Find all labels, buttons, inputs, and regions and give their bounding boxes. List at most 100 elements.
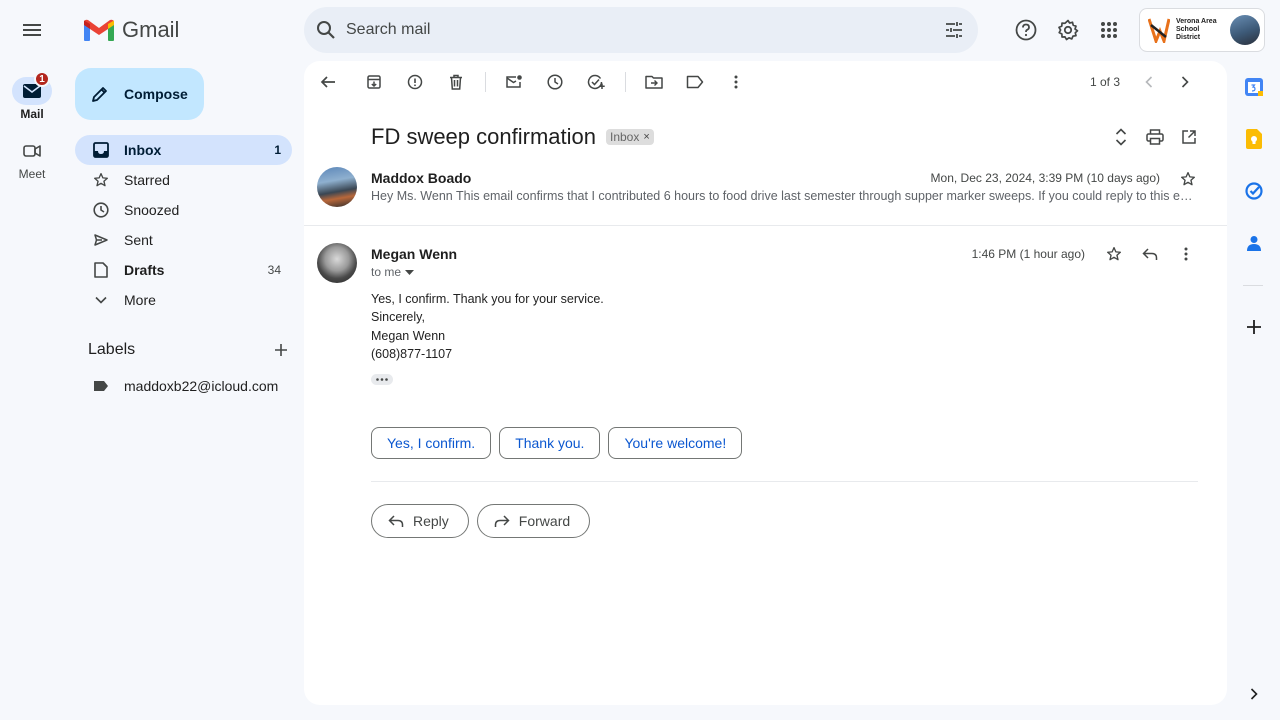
back-button[interactable]	[308, 62, 348, 102]
mark-unread-button[interactable]	[494, 62, 534, 102]
hamburger-menu-icon	[22, 20, 42, 40]
chip-label: Inbox	[609, 130, 640, 144]
gmail-logo[interactable]: Gmail	[84, 14, 179, 46]
tasks-check-icon	[1245, 182, 1263, 200]
draft-file-icon	[91, 260, 111, 280]
search-options-icon[interactable]	[944, 21, 964, 39]
rail-meet[interactable]: Meet	[0, 137, 64, 181]
sidebar-item-inbox[interactable]: Inbox 1	[75, 135, 292, 165]
labels-button[interactable]	[675, 62, 715, 102]
report-spam-button[interactable]	[395, 62, 435, 102]
newer-button[interactable]	[1134, 67, 1164, 97]
printer-icon	[1146, 129, 1164, 145]
forward-arrow-icon	[494, 514, 510, 528]
rail-meet-pill	[12, 137, 52, 165]
message-sender[interactable]: Megan Wenn	[371, 246, 457, 262]
thread-subject-row: FD sweep confirmation Inbox ×	[371, 124, 654, 150]
calendar-icon	[1245, 78, 1263, 96]
add-label-button[interactable]	[274, 343, 288, 357]
get-addons-button[interactable]	[1239, 312, 1269, 342]
smart-reply-button[interactable]: Yes, I confirm.	[371, 427, 492, 459]
calendar-app-button[interactable]	[1239, 72, 1269, 102]
settings-button[interactable]	[1048, 10, 1088, 50]
mark-unread-icon	[505, 74, 523, 90]
side-panel-divider	[1243, 285, 1263, 286]
older-button[interactable]	[1170, 67, 1200, 97]
gear-icon	[1057, 19, 1079, 41]
toolbar-divider	[485, 72, 486, 92]
reply-button[interactable]	[1132, 242, 1168, 266]
plus-icon	[274, 343, 288, 357]
contacts-person-icon	[1247, 235, 1261, 251]
pagination: 1 of 3	[1090, 62, 1200, 102]
recipient-details[interactable]: to me	[371, 265, 415, 279]
more-horiz-icon	[376, 378, 388, 381]
remove-label-button[interactable]: ×	[643, 131, 649, 143]
rail-mail[interactable]: 1 Mail	[0, 71, 64, 121]
message-time: 1:46 PM (1 hour ago)	[971, 247, 1085, 261]
label-outline-icon	[686, 75, 704, 89]
star-button[interactable]	[1096, 242, 1132, 266]
pencil-icon	[90, 84, 110, 104]
search-input[interactable]	[346, 21, 944, 39]
contacts-app-button[interactable]	[1239, 228, 1269, 258]
search-icon[interactable]	[316, 20, 336, 40]
smart-reply-button[interactable]: Thank you.	[499, 427, 601, 459]
message-sender[interactable]: Maddox Boado	[371, 170, 471, 186]
sidebar-item-drafts[interactable]: Drafts 34	[75, 255, 292, 285]
gmail-wordmark: Gmail	[122, 17, 180, 42]
clock-icon	[547, 74, 563, 90]
compose-button[interactable]: Compose	[75, 68, 204, 120]
thread-actions	[1104, 121, 1206, 153]
reply-forward-row: Reply Forward	[371, 504, 591, 538]
sender-avatar	[317, 167, 357, 207]
message-view-panel	[304, 61, 1227, 705]
expand-all-button[interactable]	[1104, 121, 1138, 153]
keep-app-button[interactable]	[1239, 124, 1269, 154]
archive-button[interactable]	[354, 62, 394, 102]
show-side-panel-button[interactable]	[1239, 679, 1269, 709]
body-line: Yes, I confirm. Thank you for your servi…	[371, 292, 604, 306]
caret-down-icon	[405, 269, 415, 275]
star-icon	[1180, 171, 1196, 187]
label-item[interactable]: maddoxb22@icloud.com	[75, 374, 292, 398]
snooze-button[interactable]	[535, 62, 575, 102]
sidebar-item-snoozed[interactable]: Snoozed	[75, 195, 292, 225]
sidebar-item-starred[interactable]: Starred	[75, 165, 292, 195]
toolbar-divider	[625, 72, 626, 92]
chevron-right-icon	[1250, 688, 1258, 700]
open-new-window-button[interactable]	[1172, 121, 1206, 153]
message-snippet[interactable]: Hey Ms. Wenn This email confirms that I …	[371, 189, 1197, 203]
google-apps-button[interactable]	[1089, 10, 1129, 50]
sidebar-item-sent[interactable]: Sent	[75, 225, 292, 255]
support-button[interactable]	[1006, 10, 1046, 50]
delete-button[interactable]	[436, 62, 476, 102]
pagination-text: 1 of 3	[1090, 75, 1121, 89]
spam-alert-icon	[407, 74, 423, 90]
smart-reply-button[interactable]: You're welcome!	[608, 427, 743, 459]
move-to-button[interactable]	[634, 62, 674, 102]
tasks-app-button[interactable]	[1239, 176, 1269, 206]
move-folder-icon	[645, 75, 663, 89]
print-button[interactable]	[1138, 121, 1172, 153]
unread-badge: 1	[34, 71, 50, 87]
more-options-button[interactable]	[716, 62, 756, 102]
star-button[interactable]	[1176, 167, 1200, 191]
account-switcher[interactable]: Verona Area School District	[1139, 8, 1265, 52]
body-line: Megan Wenn	[371, 328, 446, 343]
show-trimmed-content-button[interactable]	[371, 374, 393, 385]
reply-button[interactable]: Reply	[371, 504, 469, 538]
message-more-button[interactable]	[1168, 242, 1204, 266]
archive-icon	[366, 74, 382, 90]
more-vert-icon	[1184, 247, 1188, 261]
star-icon	[91, 170, 111, 190]
forward-button[interactable]: Forward	[476, 504, 591, 538]
sidebar-item-label: Sent	[124, 232, 153, 248]
main-menu-button[interactable]	[12, 10, 52, 50]
inbox-count: 1	[274, 143, 281, 157]
add-task-icon	[587, 74, 605, 90]
org-line-1: Verona Area	[1176, 18, 1217, 25]
sidebar-item-more[interactable]: More	[75, 285, 292, 315]
add-to-tasks-button[interactable]	[576, 62, 616, 102]
school-district-name: Verona Area School District	[1176, 18, 1224, 42]
